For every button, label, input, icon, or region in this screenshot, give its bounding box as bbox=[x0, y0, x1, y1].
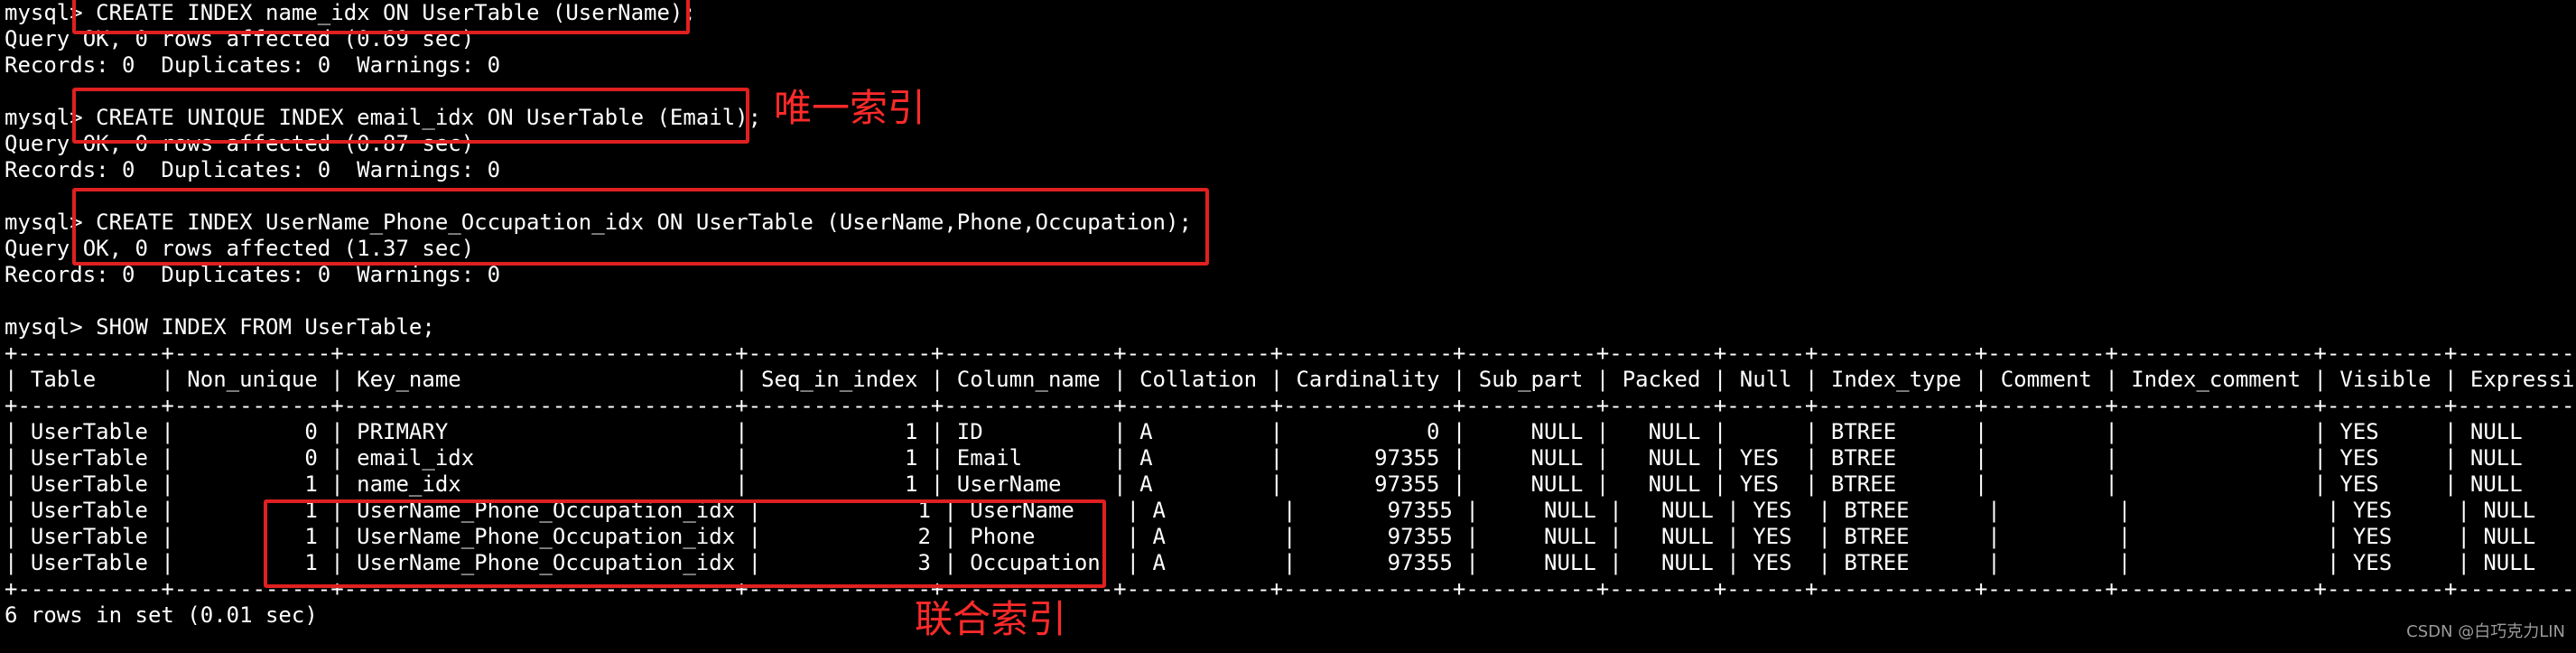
result-summary: 6 rows in set (0.01 sec) bbox=[5, 602, 318, 628]
table-border-top: +-----------+------------+--------------… bbox=[5, 340, 2576, 366]
mysql-prompt: mysql> bbox=[5, 105, 83, 130]
command-line-show-index: mysql> SHOW INDEX FROM UserTable; bbox=[5, 314, 435, 340]
command-text: SHOW INDEX FROM UserTable; bbox=[82, 314, 435, 340]
annotation-composite-index: 联合索引 bbox=[915, 597, 1067, 641]
mysql-prompt: mysql> bbox=[5, 314, 83, 340]
table-row: | UserTable | 0 | PRIMARY | 1 | ID | A |… bbox=[5, 419, 2576, 444]
table-header-row: | Table | Non_unique | Key_name | Seq_in… bbox=[5, 367, 2576, 392]
table-row: | UserTable | 1 | name_idx | 1 | UserNam… bbox=[5, 471, 2576, 497]
highlight-box-composite-rows bbox=[264, 499, 1106, 588]
records-line: Records: 0 Duplicates: 0 Warnings: 0 bbox=[5, 157, 501, 182]
mysql-prompt: mysql> bbox=[5, 0, 83, 25]
terminal-window[interactable]: mysql> CREATE INDEX name_idx ON UserTabl… bbox=[0, 0, 2576, 653]
highlight-box-composite-idx bbox=[72, 188, 1209, 266]
annotation-unique-index: 唯一索引 bbox=[774, 86, 926, 130]
mysql-prompt: mysql> bbox=[5, 210, 83, 235]
records-line: Records: 0 Duplicates: 0 Warnings: 0 bbox=[5, 262, 501, 287]
csdn-watermark: CSDN @白巧克力LIN bbox=[2406, 622, 2565, 641]
table-row: | UserTable | 0 | email_idx | 1 | Email … bbox=[5, 445, 2576, 471]
table-border-mid: +-----------+------------+--------------… bbox=[5, 393, 2576, 418]
highlight-box-name-idx bbox=[72, 0, 690, 34]
records-line: Records: 0 Duplicates: 0 Warnings: 0 bbox=[5, 52, 501, 78]
highlight-box-email-idx bbox=[72, 88, 749, 144]
